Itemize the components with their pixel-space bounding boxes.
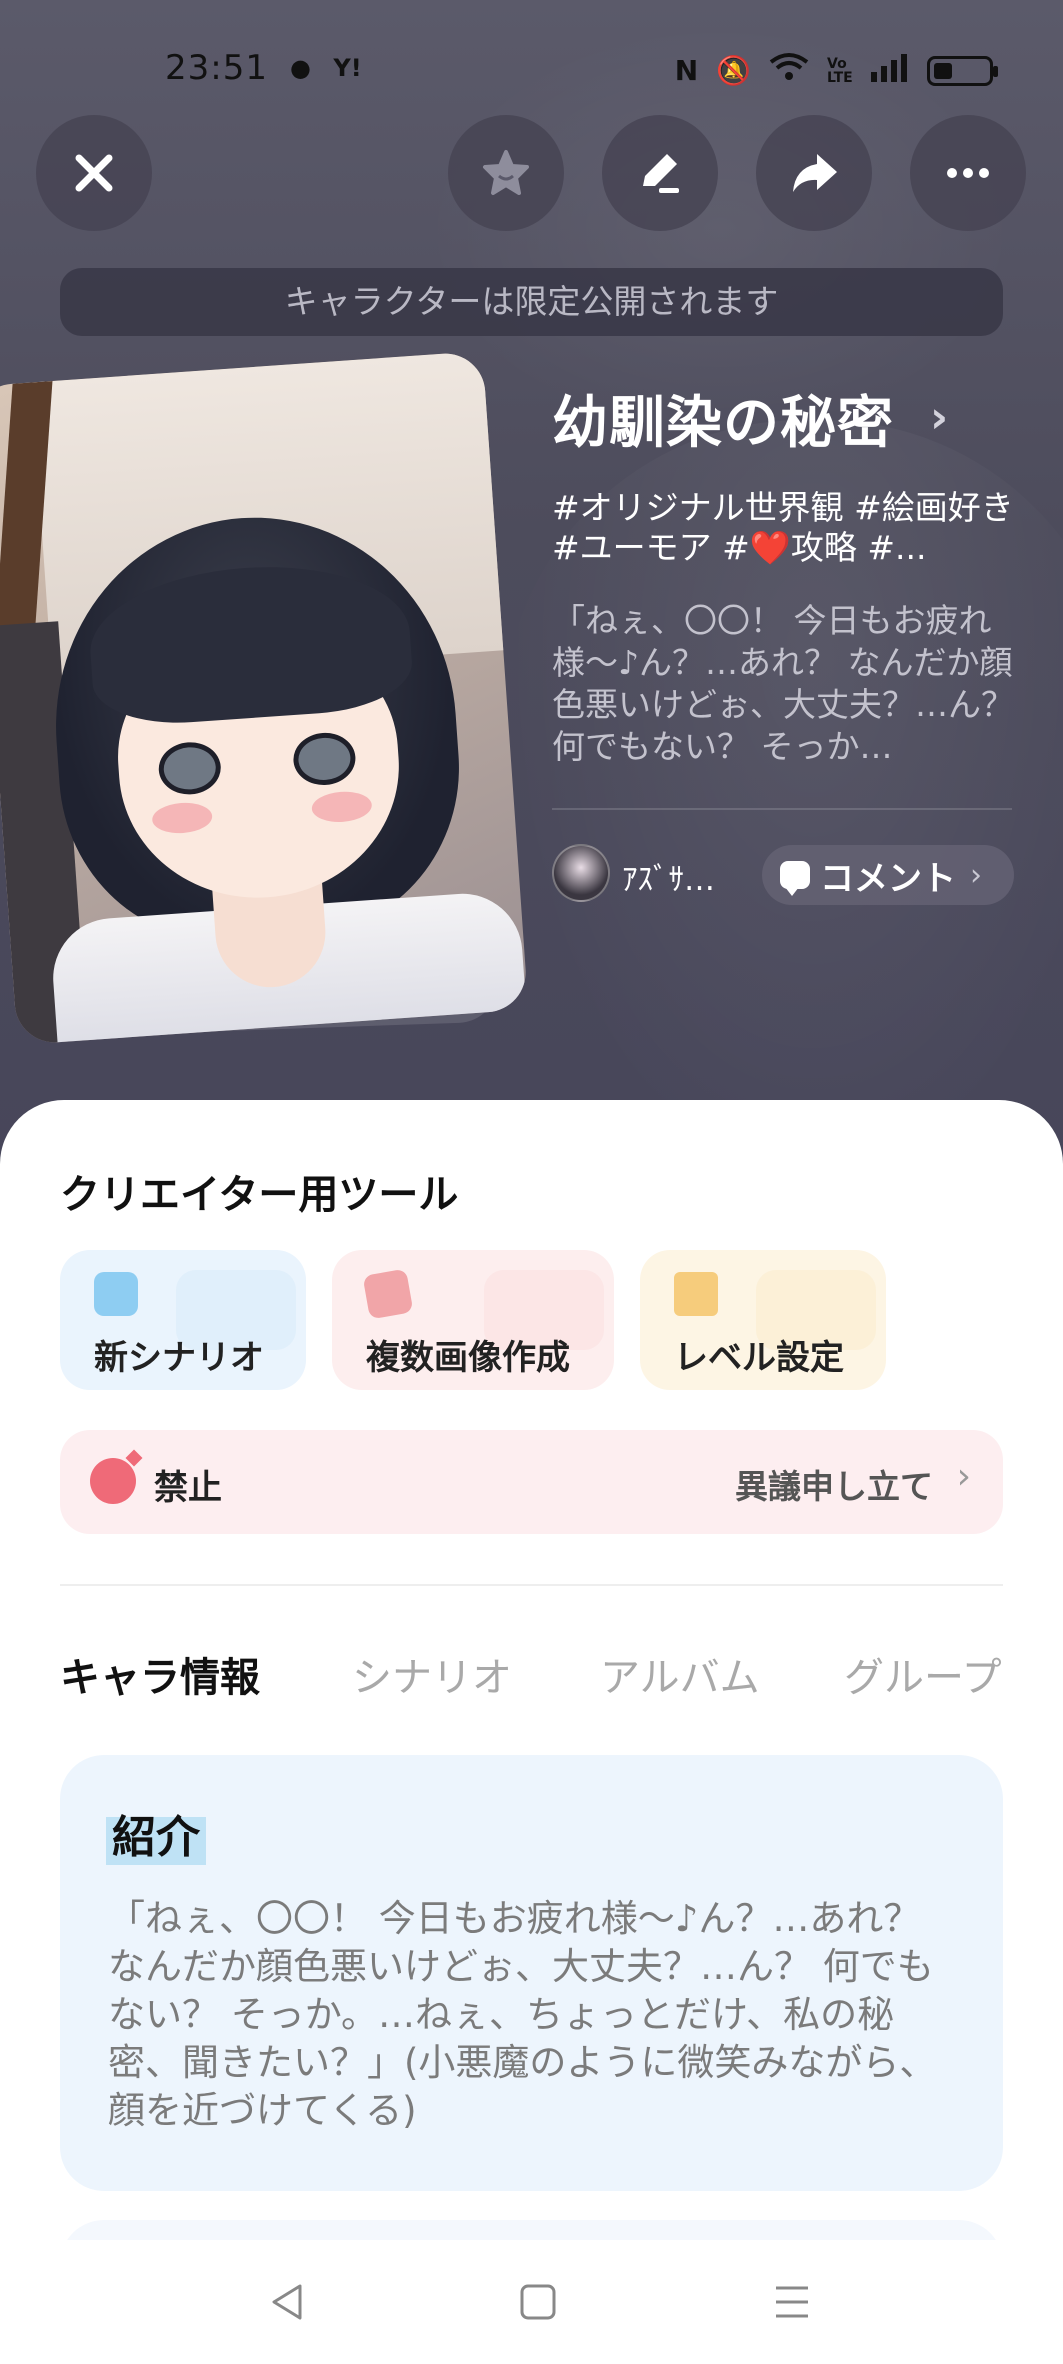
character-title[interactable]: 幼馴染の秘密: [552, 378, 894, 459]
multi-image-button[interactable]: 複数画像作成: [332, 1250, 614, 1390]
chevron-right-icon: ›: [970, 857, 982, 893]
character-image[interactable]: [0, 350, 529, 1046]
back-button[interactable]: [258, 2276, 318, 2328]
menu-button[interactable]: [762, 2276, 822, 2328]
home-button[interactable]: [508, 2276, 568, 2328]
close-icon: [75, 154, 113, 192]
divider: [552, 808, 1012, 810]
tab-album[interactable]: アルバム: [600, 1645, 760, 1703]
status-time: 23:51: [165, 48, 268, 88]
more-button[interactable]: [910, 115, 1026, 231]
intro-card: 紹介 「ねぇ、〇〇！ 今日もお疲れ様〜♪ん？…あれ？ なんだか顔色悪いけどぉ、大…: [60, 1755, 1003, 2191]
status-bar: 23:51 ● Y! N 🔕 Vo LTE: [0, 40, 1063, 100]
status-right-icons: N 🔕 Vo LTE: [674, 52, 998, 89]
bomb-icon: [90, 1458, 136, 1504]
chevron-right-icon[interactable]: ›: [930, 392, 948, 443]
yahoo-icon: Y!: [333, 54, 362, 82]
wifi-icon: [769, 52, 809, 89]
ban-notice-row[interactable]: 禁止 異議申し立て ›: [60, 1430, 1003, 1534]
more-icon: [947, 168, 989, 178]
tab-character-info[interactable]: キャラ情報: [60, 1645, 260, 1703]
home-icon: [520, 2284, 556, 2320]
status-left-icons: ● Y!: [290, 54, 376, 82]
level-settings-button[interactable]: レベル設定: [640, 1250, 886, 1390]
system-nav-bar: [0, 2240, 1063, 2364]
volte-icon: Vo LTE: [827, 55, 853, 86]
creator-tools-title: クリエイター用ツール: [60, 1172, 459, 1218]
character-description: 「ねぇ、〇〇！ 今日もお疲れ様〜♪ん？…あれ？ なんだか顔色悪いけどぉ、大丈夫？…: [552, 601, 1014, 766]
appeal-link[interactable]: 異議申し立て: [735, 1460, 933, 1508]
scenario-icon: [94, 1272, 138, 1316]
edit-icon: [643, 154, 679, 193]
nfc-icon: N: [674, 54, 699, 87]
divider: [60, 1584, 1003, 1586]
author-avatar[interactable]: [552, 844, 610, 902]
visibility-notice: キャラクターは限定公開されます: [60, 268, 1003, 336]
tab-scenario[interactable]: シナリオ: [352, 1645, 512, 1703]
battery-level: [934, 62, 952, 79]
menu-icon: [776, 2286, 808, 2318]
comment-icon: [780, 861, 810, 896]
gift-icon: [674, 1272, 718, 1316]
multi-image-label: 複数画像作成: [366, 1338, 570, 1378]
chevron-right-icon: ›: [956, 1456, 971, 1497]
new-scenario-button[interactable]: 新シナリオ: [60, 1250, 306, 1390]
new-scenario-label: 新シナリオ: [94, 1338, 264, 1378]
star-icon: [483, 150, 529, 195]
share-icon: [793, 154, 837, 192]
close-button[interactable]: [36, 115, 152, 231]
edit-button[interactable]: [602, 115, 718, 231]
signal-icon: [869, 52, 909, 89]
share-button[interactable]: [756, 115, 872, 231]
comment-label: コメント: [820, 858, 956, 899]
battery-icon: [927, 55, 998, 86]
character-tags: #オリジナル世界観 #絵画好き #ユーモア #❤️攻略 #...: [552, 488, 1014, 567]
intro-title: 紹介: [106, 1801, 206, 1865]
back-icon: [272, 2284, 302, 2320]
tab-group[interactable]: グループ: [844, 1645, 1002, 1703]
ban-label: 禁止: [154, 1468, 222, 1508]
notification-icon: ●: [290, 54, 311, 82]
intro-text: 「ねぇ、〇〇！ 今日もお疲れ様〜♪ん？…あれ？ なんだか顔色悪いけどぉ、大丈夫？…: [108, 1897, 937, 2132]
level-settings-label: レベル設定: [674, 1338, 844, 1378]
character-hero: 23:51 ● Y! N 🔕 Vo LTE キャラクターは限定公開されます 幼馴…: [0, 0, 1063, 1180]
comment-button[interactable]: コメント ›: [762, 845, 1014, 905]
author-name[interactable]: ｱｽﾞｻ…: [622, 854, 715, 899]
favorite-button[interactable]: [448, 115, 564, 231]
mute-icon: 🔕: [716, 54, 751, 87]
images-icon: [362, 1268, 414, 1320]
detail-sheet: クリエイター用ツール 新シナリオ 複数画像作成 レベル設定 禁止 異議申し立て …: [0, 1100, 1063, 2364]
